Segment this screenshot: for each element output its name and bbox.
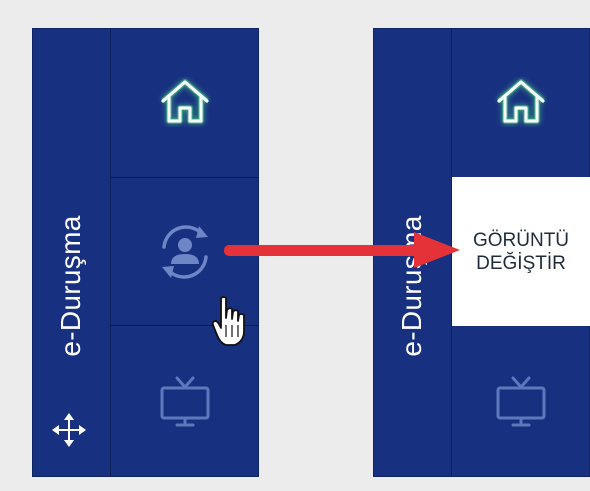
switch-view-button-hover[interactable]: GÖRÜNTÜ DEĞİŞTİR (452, 177, 590, 326)
tv-icon (496, 376, 546, 426)
home-icon (161, 79, 209, 124)
user-rotate-icon (162, 224, 208, 279)
panel-title-strip[interactable]: e-Duruşma (32, 28, 111, 477)
sidebar-item-home[interactable] (452, 28, 590, 176)
move-icon[interactable] (52, 413, 86, 447)
panel-title: e-Duruşma (55, 215, 86, 357)
hand-cursor-icon (211, 296, 245, 346)
switch-view-label-line1: GÖRÜNTÜ (472, 229, 570, 251)
switch-view-label-line2: DEĞİŞTİR (476, 252, 566, 274)
switch-view-label: GÖRÜNTÜ DEĞİŞTİR (473, 229, 569, 275)
stage: e-Duruşma e-Duruşma GÖRÜNTÜ DEĞİŞTİR (0, 0, 590, 491)
home-icon (497, 79, 545, 124)
tv-icon (160, 376, 210, 426)
sidebar-item-tv[interactable] (111, 326, 259, 477)
sidebar-item-home[interactable] (111, 28, 259, 176)
sidebar-item-tv[interactable] (452, 326, 590, 477)
annotation-arrow-icon (224, 232, 460, 268)
